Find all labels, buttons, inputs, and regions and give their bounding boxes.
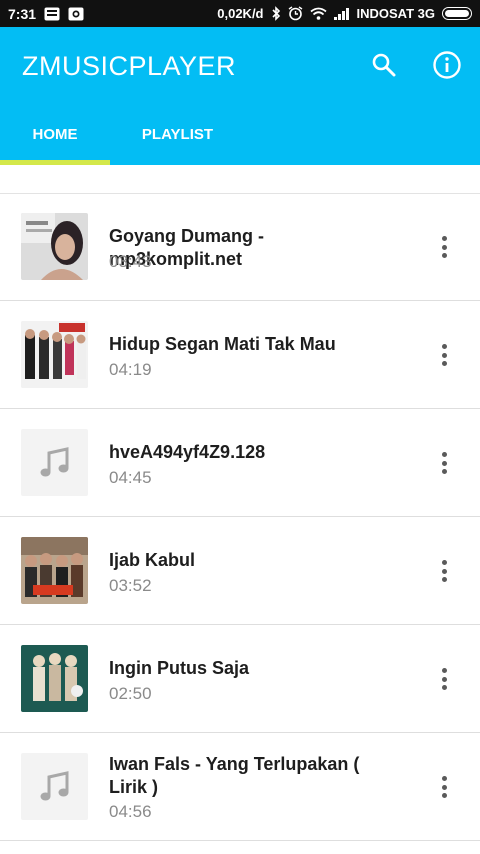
album-art xyxy=(21,213,88,280)
bluetooth-icon xyxy=(271,6,281,21)
tab-bar: HOME PLAYLIST xyxy=(0,117,480,165)
status-bar: 7:31 0,02K/d INDOSAT 3G xyxy=(0,0,480,27)
song-title: Ijab Kabul xyxy=(109,550,196,570)
album-art xyxy=(21,645,88,712)
wifi-icon xyxy=(309,7,327,20)
status-left: 7:31 xyxy=(8,6,84,22)
status-right: 0,02K/d INDOSAT 3G xyxy=(217,6,472,21)
info-icon[interactable] xyxy=(431,49,463,81)
song-title: Iwan Fals - Yang Terlupakan ( Lirik ) xyxy=(109,754,360,797)
battery-icon xyxy=(442,7,472,20)
song-title: Goyang Dumang - mp3komplit.net xyxy=(109,226,265,269)
camera-icon xyxy=(68,7,84,21)
tab-selected-indicator xyxy=(0,160,110,165)
search-icon[interactable] xyxy=(368,49,400,81)
more-options-icon[interactable] xyxy=(432,666,456,692)
song-duration: 04:45 xyxy=(109,468,152,487)
network-speed: 0,02K/d xyxy=(217,6,264,21)
song-row[interactable]: Goyang Dumang - mp3komplit.net 03:43 xyxy=(0,193,480,301)
song-duration: 03:52 xyxy=(109,576,152,595)
song-list: Goyang Dumang - mp3komplit.net 03:43 Hid… xyxy=(0,193,480,841)
song-title: Ingin Putus Saja xyxy=(109,658,250,678)
song-duration: 04:56 xyxy=(109,802,152,821)
album-art xyxy=(21,321,88,388)
more-options-icon[interactable] xyxy=(432,342,456,368)
song-title: Hidup Segan Mati Tak Mau xyxy=(109,334,336,354)
tab-playlist[interactable]: PLAYLIST xyxy=(110,117,245,165)
more-options-icon[interactable] xyxy=(432,774,456,800)
song-duration: 04:19 xyxy=(109,360,152,379)
song-row[interactable]: Ingin Putus Saja 02:50 xyxy=(0,625,480,733)
carrier-name: INDOSAT 3G xyxy=(356,6,436,21)
tab-home-label: HOME xyxy=(32,126,78,143)
more-options-icon[interactable] xyxy=(432,558,456,584)
more-options-icon[interactable] xyxy=(432,234,456,260)
song-row[interactable]: Hidup Segan Mati Tak Mau 04:19 xyxy=(0,301,480,409)
alarm-icon xyxy=(288,6,303,21)
song-row[interactable]: Ijab Kabul 03:52 xyxy=(0,517,480,625)
song-duration: 03:43 xyxy=(109,252,152,271)
status-time: 7:31 xyxy=(8,5,37,22)
music-note-icon xyxy=(21,429,88,496)
app-bar: ZMUSICPLAYER HOME PLAYLIST xyxy=(0,27,480,165)
music-note-icon xyxy=(21,753,88,820)
tab-home[interactable]: HOME xyxy=(0,117,110,165)
signal-icon xyxy=(333,7,350,20)
message-icon xyxy=(44,7,60,21)
song-duration: 02:50 xyxy=(109,684,152,703)
app-title: ZMUSICPLAYER xyxy=(22,51,237,81)
song-title: hveA494yf4Z9.128 xyxy=(109,442,266,462)
song-row[interactable]: Iwan Fals - Yang Terlupakan ( Lirik ) 04… xyxy=(0,733,480,841)
more-options-icon[interactable] xyxy=(432,450,456,476)
tab-playlist-label: PLAYLIST xyxy=(141,126,214,143)
song-row[interactable]: hveA494yf4Z9.128 04:45 xyxy=(0,409,480,517)
album-art xyxy=(21,537,88,604)
